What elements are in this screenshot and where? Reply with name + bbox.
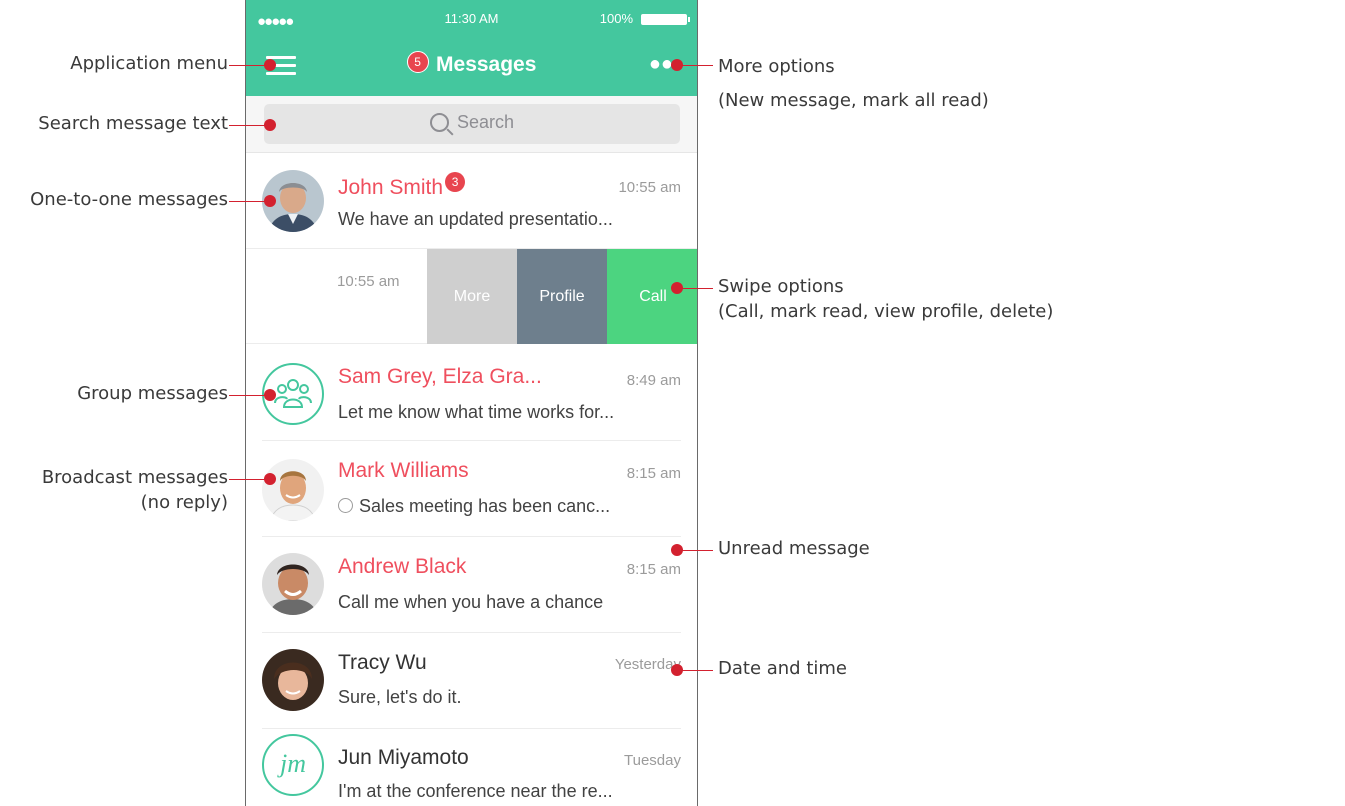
- annotation-dot: [264, 389, 276, 401]
- more-options-icon[interactable]: ●●: [649, 54, 673, 74]
- annotation-label: Broadcast messages: [41, 467, 228, 488]
- avatar: [262, 553, 324, 615]
- annotation-dot: [264, 59, 276, 71]
- status-bar: ●●●●● 11:30 AM 100%: [246, 0, 697, 40]
- avatar: [262, 649, 324, 711]
- annotation-label: Group messages: [77, 383, 228, 404]
- message-time: 8:49 am: [626, 372, 681, 389]
- annotation-line: [229, 125, 269, 126]
- message-time: 8:15 am: [626, 561, 681, 578]
- annotation-label: More options: [718, 56, 835, 77]
- contact-name: Tracy Wu: [338, 651, 427, 674]
- message-count-badge: 3: [445, 172, 466, 192]
- message-time: Tuesday: [624, 752, 681, 769]
- header-title-group: 5 Messages: [246, 51, 697, 77]
- list-item[interactable]: Sam Grey, Elza Gra... 8:49 am Let me kno…: [246, 345, 697, 441]
- message-preview: I'm at the conference near the re...: [338, 781, 613, 801]
- annotation-line: [229, 65, 269, 66]
- list-item[interactable]: Andrew Black 8:15 am Call me when you ha…: [246, 537, 697, 633]
- battery-icon: [641, 14, 690, 25]
- swiped-list-item[interactable]: 10:55 am More Profile Call: [246, 248, 697, 344]
- avatar: [262, 459, 324, 521]
- annotation-label: Application menu: [70, 53, 228, 74]
- initials-avatar: jm: [262, 734, 324, 796]
- unread-count-badge: 5: [406, 51, 429, 73]
- search-icon: [429, 113, 449, 132]
- contact-name: Sam Grey, Elza Gra...: [338, 365, 542, 388]
- app-header: ●●●●● 11:30 AM 100% 5 Messages ●●: [246, 0, 697, 96]
- annotation-line: [229, 201, 269, 202]
- contact-name: John Smith 3: [338, 172, 466, 200]
- annotation-label: (Call, mark read, view profile, delete): [718, 301, 1054, 322]
- message-time: 10:55 am: [337, 273, 400, 290]
- annotation-line: [229, 479, 269, 480]
- contact-name: Andrew Black: [338, 555, 467, 578]
- annotation-line: [677, 65, 713, 66]
- message-preview: Call me when you have a chance: [338, 592, 604, 612]
- message-time: 8:15 am: [626, 465, 681, 482]
- swipe-more-button[interactable]: More: [427, 249, 517, 344]
- phone-screen: ●●●●● 11:30 AM 100% 5 Messages ●● Search: [245, 0, 698, 806]
- message-preview: Let me know what time works for...: [338, 402, 615, 422]
- message-preview: Sales meeting has been canc...: [338, 496, 688, 517]
- broadcast-icon: [338, 498, 353, 513]
- annotation-dot: [264, 195, 276, 207]
- message-preview: We have an updated presentatio...: [338, 209, 613, 229]
- divider: [262, 728, 681, 729]
- message-time: 10:55 am: [618, 179, 681, 196]
- swipe-profile-button[interactable]: Profile: [517, 249, 607, 344]
- annotation-label: (New message, mark all read): [718, 90, 989, 111]
- contact-name: Jun Miyamoto: [338, 746, 469, 769]
- list-item[interactable]: Mark Williams 8:15 am Sales meeting has …: [246, 441, 697, 537]
- search-bar: Search: [246, 96, 697, 153]
- annotation-label: Date and time: [718, 658, 847, 679]
- swipe-call-button[interactable]: Call: [607, 249, 697, 344]
- page-title: Messages: [436, 53, 537, 76]
- annotation-label: Unread message: [718, 538, 870, 559]
- annotation-dot: [264, 119, 276, 131]
- annotation-line: [677, 288, 713, 289]
- annotation-label: (no reply): [140, 492, 228, 513]
- annotation-line: [229, 395, 269, 396]
- annotation-line: [677, 670, 713, 671]
- battery-percent: 100%: [599, 11, 633, 26]
- list-item[interactable]: Tracy Wu Yesterday Sure, let's do it.: [246, 633, 697, 729]
- annotation-label: Swipe options: [718, 276, 844, 297]
- annotation-label: One-to-one messages: [30, 189, 228, 210]
- search-input[interactable]: Search: [264, 104, 680, 144]
- list-item[interactable]: John Smith 3 10:55 am We have an updated …: [246, 152, 697, 248]
- annotation-dot: [264, 473, 276, 485]
- annotation-label: Search message text: [38, 113, 228, 134]
- annotation-line: [677, 550, 713, 551]
- search-placeholder: Search: [456, 112, 515, 132]
- message-preview: Sure, let's do it.: [338, 687, 462, 707]
- contact-name: Mark Williams: [338, 459, 469, 482]
